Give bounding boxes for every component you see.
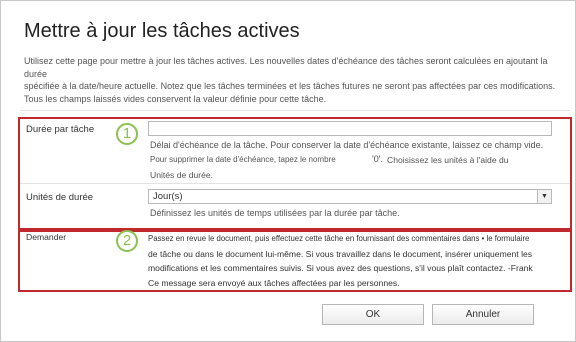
request-line-1: Passez en revue le document, puis effect…	[148, 234, 530, 243]
dropdown-arrow-icon[interactable]: ▼	[537, 190, 551, 203]
divider	[20, 183, 570, 184]
callout-badge-1: 1	[116, 123, 138, 145]
ok-button[interactable]: OK	[322, 304, 424, 325]
page-title: Mettre à jour les tâches actives	[24, 20, 300, 42]
duration-help-line-3: Unités de durée.	[150, 170, 214, 180]
duration-help-line-2a: Pour supprimer la date d'échéance, tapez…	[150, 155, 336, 164]
units-help: Définissez les unités de temps utilisées…	[150, 208, 400, 218]
intro-text: Utilisez cette page pour mettre à jour l…	[24, 55, 564, 105]
duration-help-line-1: Délai d'échéance de la tâche. Pour conse…	[150, 140, 544, 150]
callout-badge-2: 2	[116, 230, 138, 252]
duration-input[interactable]	[148, 121, 552, 136]
intro-line-2: spécifiée à la date/heure actuelle. Note…	[24, 81, 556, 91]
units-label: Unités de durée	[26, 192, 94, 203]
duration-label: Durée par tâche	[26, 124, 95, 135]
intro-line-1: Utilisez cette page pour mettre à jour l…	[24, 56, 548, 79]
units-selected-value: Jour(s)	[153, 191, 183, 202]
intro-line-3: Tous les champs laissés vides conservent…	[24, 93, 327, 104]
duration-help-line-2b: Choisissez les unités à l'aide du	[387, 155, 509, 165]
request-line-4: Ce message sera envoyé aux tâches affect…	[148, 277, 400, 288]
cancel-button[interactable]: Annuler	[432, 304, 534, 325]
divider	[20, 110, 570, 111]
request-line-3: modifications et les commentaires suivis…	[148, 263, 533, 274]
units-select[interactable]: Jour(s) ▼	[148, 189, 552, 204]
duration-help-zero: '0'.	[372, 154, 383, 164]
request-label: Demander	[26, 232, 67, 242]
request-textarea[interactable]: Passez en revue le document, puis effect…	[148, 232, 554, 290]
request-line-2: de tâche ou dans le document lui-même. S…	[148, 248, 533, 259]
